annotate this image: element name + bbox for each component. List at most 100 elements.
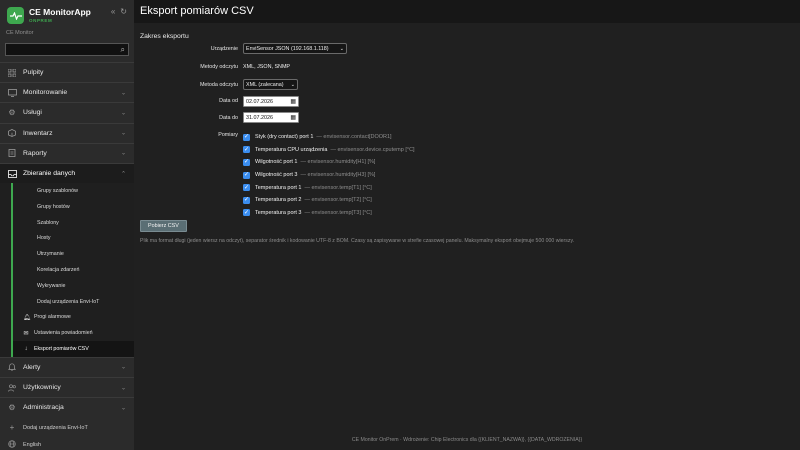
read-method-label: Metoda odczytu — [199, 82, 238, 88]
measurement-row: ✓ Temperatura port 3 — envisensor.temp[T… — [243, 207, 415, 220]
bottom-link-dodaj-urzadzenia[interactable]: + Dodaj urządzenia Envi-IoT — [0, 419, 134, 436]
date-from-input[interactable]: 02.07.2026 ▦ — [243, 96, 299, 107]
sidebar-item-label: Monitorowanie — [23, 89, 68, 97]
report-icon — [7, 148, 17, 158]
bell-icon — [7, 362, 17, 372]
measurements-list: ✓ Styk (dry contact) port 1 — envisensor… — [243, 131, 415, 219]
date-to-input[interactable]: 31.07.2026 ▦ — [243, 112, 299, 123]
date-to-label: Data do — [219, 115, 238, 121]
read-method-select[interactable]: XML (zalecana) ⌄ — [243, 79, 298, 90]
chevron-down-icon: ⌄ — [120, 385, 126, 392]
submenu-item-label: Grupy hostów — [37, 203, 70, 210]
submenu-item-grupy-szablonow[interactable]: Grupy szablonów — [11, 183, 134, 199]
submenu-item-progi-alarmowe[interactable]: 🔔︎ Progi alarmowe — [11, 309, 134, 326]
chevron-up-icon: ⌃ — [120, 171, 126, 178]
checkbox-checked[interactable]: ✓ — [243, 158, 250, 166]
measurement-key: — envisensor.humidity[H3] [%] — [300, 172, 376, 179]
download-icon: ↓ — [24, 345, 28, 352]
detach-icon[interactable]: ↻ — [120, 7, 127, 16]
checkbox-checked[interactable]: ✓ — [243, 133, 250, 141]
sidebar-item-administracja[interactable]: ⚙ Administracja ⌄ — [0, 397, 134, 417]
sidebar-item-raporty[interactable]: Raporty ⌄ — [0, 142, 134, 163]
sidebar-nav: Pulpity Monitorowanie ⌄ ⚙ Usługi ⌄ Inwen… — [0, 62, 134, 417]
main-content: Eksport pomiarów CSV Zakres eksportu Urz… — [134, 0, 800, 450]
device-label: Urządzenie — [210, 46, 238, 52]
measurement-row: ✓ Wilgotność port 3 — envisensor.humidit… — [243, 169, 415, 182]
monitor-icon — [7, 88, 17, 98]
submenu-item-dodaj-urzadzenia[interactable]: Dodaj urządzenia Envi-IoT — [11, 293, 134, 310]
read-method-select-wrap: XML (zalecana) ⌄ — [243, 79, 298, 90]
sidebar-item-alerty[interactable]: Alerty ⌄ — [0, 356, 134, 377]
sidebar-item-pulpity[interactable]: Pulpity — [0, 62, 134, 82]
checkbox-checked[interactable]: ✓ — [243, 146, 250, 154]
measurement-row: ✓ Wilgotność port 1 — envisensor.humidit… — [243, 156, 415, 169]
read-methods-label: Metody odczytu — [200, 64, 238, 70]
collapse-sidebar-icon[interactable]: « — [111, 7, 115, 16]
box-icon — [7, 128, 17, 138]
download-csv-button[interactable]: Pobierz CSV — [140, 220, 187, 232]
read-methods-value: XML, JSON, SNMP — [243, 64, 291, 70]
chevron-down-icon: ⌄ — [290, 81, 295, 88]
date-from-label: Data od — [219, 98, 238, 104]
sidebar-item-label: Użytkownicy — [23, 384, 61, 392]
gear-icon: ⚙ — [8, 108, 16, 118]
submenu-item-wykrywanie[interactable]: Wykrywanie — [11, 277, 134, 294]
measurement-row: ✓ Temperatura CPU urządzenia — envisenso… — [243, 144, 415, 157]
calendar-icon[interactable]: ▦ — [290, 98, 296, 105]
measurement-key: — envisensor.temp[T3] [°C] — [304, 209, 372, 216]
sidebar-item-zbieranie-danych[interactable]: Zbieranie danych ⌃ — [0, 162, 134, 184]
submenu-item-label: Dodaj urządzenia Envi-IoT — [37, 298, 100, 305]
measurement-label: Temperatura CPU urządzenia — [255, 146, 328, 153]
submenu-item-eksport-pomiarow-csv[interactable]: ↓ Eksport pomiarów CSV — [11, 341, 134, 357]
sidebar-item-label: Usługi — [23, 109, 42, 117]
measurement-row: ✓ Temperatura port 2 — envisensor.temp[T… — [243, 194, 415, 207]
checkbox-checked[interactable]: ✓ — [243, 209, 250, 217]
export-note: Plik ma format długi (jeden wiersz na od… — [140, 238, 575, 244]
measurement-key: — envisensor.contact[DOOR1] — [316, 134, 392, 141]
device-select[interactable]: EnviSensor JSON (192.168.1.118) ⌄ — [243, 43, 347, 54]
submenu-item-ustawienia-powiadomien[interactable]: ✉ Ustawienia powiadomień — [11, 325, 134, 342]
submenu-item-utrzymanie[interactable]: Utrzymanie — [11, 246, 134, 263]
chevron-down-icon: ⌄ — [339, 45, 344, 52]
submenu-item-hosty[interactable]: Hosty — [11, 230, 134, 247]
sidebar-item-uzytkownicy[interactable]: Użytkownicy ⌄ — [0, 377, 134, 397]
inbox-icon — [7, 169, 17, 179]
search-icon[interactable]: ⌕ — [121, 44, 125, 55]
checkbox-checked[interactable]: ✓ — [243, 171, 250, 179]
search-input[interactable] — [6, 50, 114, 62]
measurement-label: Wilgotność port 3 — [255, 172, 298, 179]
measurement-key: — envisensor.temp[T2] [°C] — [304, 197, 372, 204]
sidebar-item-inwentarz[interactable]: Inwentarz ⌄ — [0, 122, 134, 143]
bottom-link-label: English — [23, 441, 42, 448]
sidebar-item-label: Zbieranie danych — [23, 170, 76, 178]
chevron-down-icon: ⌄ — [120, 110, 126, 117]
checkbox-checked[interactable]: ✓ — [243, 196, 250, 204]
date-to-wrap: 31.07.2026 ▦ — [243, 112, 299, 123]
sidebar-bottom: + Dodaj urządzenia Envi-IoT English — [0, 419, 134, 450]
sidebar-item-label: Administracja — [23, 404, 64, 412]
measurement-key: — envisensor.device.cputemp [°C] — [330, 146, 415, 153]
users-icon — [7, 383, 17, 393]
date-from-wrap: 02.07.2026 ▦ — [243, 96, 299, 107]
submenu-item-grupy-hostow[interactable]: Grupy hostów — [11, 198, 134, 215]
bottom-link-language[interactable]: English — [0, 436, 134, 450]
sidebar-item-uslugi[interactable]: ⚙ Usługi ⌄ — [0, 102, 134, 122]
title-bar: Eksport pomiarów CSV — [134, 0, 800, 23]
submenu-item-label: Utrzymanie — [37, 251, 64, 258]
gear-icon: ⚙ — [8, 403, 16, 413]
app-edition: ONPREM — [29, 17, 53, 23]
chevron-down-icon: ⌄ — [120, 405, 126, 412]
submenu-item-szablony[interactable]: Szablony — [11, 214, 134, 231]
measurement-key: — envisensor.humidity[H1] [%] — [300, 159, 376, 166]
sidebar-item-label: Raporty — [23, 149, 47, 157]
submenu-item-korelacja-zdarzen[interactable]: Korelacja zdarzeń — [11, 262, 134, 278]
bell-icon: 🔔︎ — [23, 314, 31, 321]
app-caption: CE Monitor — [6, 30, 34, 36]
submenu-item-label: Grupy szablonów — [37, 188, 78, 195]
brand[interactable]: CE MonitorApp ONPREM — [7, 7, 91, 24]
calendar-icon[interactable]: ▦ — [290, 114, 296, 121]
pulse-logo-icon — [7, 7, 24, 24]
sidebar-item-monitorowanie[interactable]: Monitorowanie ⌄ — [0, 82, 134, 102]
bottom-link-label: Dodaj urządzenia Envi-IoT — [23, 424, 88, 431]
checkbox-checked[interactable]: ✓ — [243, 184, 250, 192]
